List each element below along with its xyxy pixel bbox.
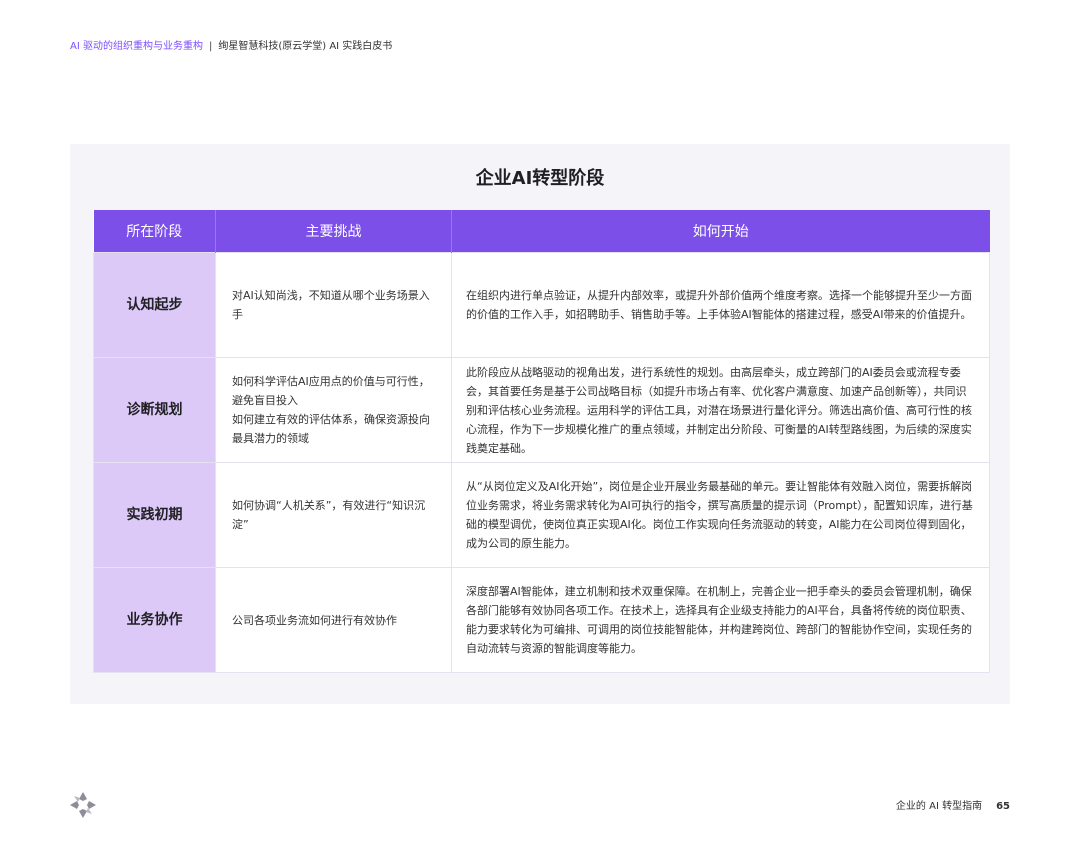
challenge-text: 如何建立有效的评估体系，确保资源投向最具潜力的领域 (232, 413, 430, 445)
table-title: 企业AI转型阶段 (475, 168, 605, 189)
challenge-text: 如何协调“人机关系”，有效进行“知识沉淀” (232, 499, 426, 531)
challenge-text: 对AI认知尚浅，不知道从哪个业务场景入手 (232, 289, 430, 321)
challenge-cell: 如何科学评估AI应用点的价值与可行性，避免盲目投入 如何建立有效的评估体系，确保… (215, 357, 452, 463)
ai-transformation-stages-table: 所在阶段 主要挑战 如何开始 认知起步 对AI认知尚浅，不知道从哪个业务场景入手… (93, 210, 990, 673)
how-to-start-cell: 深度部署AI智能体，建立机制和技术双重保障。在机制上，完善企业一把手牵头的委员会… (451, 567, 990, 673)
column-header-stage: 所在阶段 (93, 210, 216, 253)
challenge-cell: 如何协调“人机关系”，有效进行“知识沉淀” (215, 462, 452, 568)
header-section-name: AI 驱动的组织重构与业务重构 (70, 41, 203, 52)
stage-cell: 业务协作 (93, 567, 216, 673)
stage-cell: 诊断规划 (93, 357, 216, 463)
table-header-row: 所在阶段 主要挑战 如何开始 (93, 210, 990, 253)
table-row: 认知起步 对AI认知尚浅，不知道从哪个业务场景入手 在组织内进行单点验证，从提升… (93, 252, 990, 358)
stage-cell: 实践初期 (93, 462, 216, 568)
running-header: AI 驱动的组织重构与业务重构 | 绚星智慧科技(原云学堂) AI 实践白皮书 (70, 40, 392, 54)
how-to-start-cell: 此阶段应从战略驱动的视角出发，进行系统性的规划。由高层牵头，成立跨部门的AI委员… (451, 357, 990, 463)
stage-cell: 认知起步 (93, 252, 216, 358)
challenge-cell: 公司各项业务流如何进行有效协作 (215, 567, 452, 673)
brand-logo-icon (68, 790, 98, 820)
header-separator: | (208, 41, 213, 52)
how-to-start-cell: 在组织内进行单点验证，从提升内部效率，或提升外部价值两个维度考察。选择一个能够提… (451, 252, 990, 358)
challenge-text: 如何科学评估AI应用点的价值与可行性，避免盲目投入 (232, 375, 430, 407)
table-row: 业务协作 公司各项业务流如何进行有效协作 深度部署AI智能体，建立机制和技术双重… (93, 567, 990, 673)
header-document-title: 绚星智慧科技(原云学堂) AI 实践白皮书 (218, 41, 393, 52)
how-to-start-cell: 从“从岗位定义及AI化开始”，岗位是企业开展业务最基础的单元。要让智能体有效融入… (451, 462, 990, 568)
column-header-how-to-start: 如何开始 (451, 210, 990, 253)
footer-guide-title: 企业的 AI 转型指南 (895, 801, 983, 812)
table-row: 诊断规划 如何科学评估AI应用点的价值与可行性，避免盲目投入 如何建立有效的评估… (93, 357, 990, 463)
table-row: 实践初期 如何协调“人机关系”，有效进行“知识沉淀” 从“从岗位定义及AI化开始… (93, 462, 990, 568)
page-number: 65 (996, 801, 1010, 812)
page: AI 驱动的组织重构与业务重构 | 绚星智慧科技(原云学堂) AI 实践白皮书 企业… (0, 0, 1080, 856)
column-header-challenge: 主要挑战 (215, 210, 452, 253)
challenge-cell: 对AI认知尚浅，不知道从哪个业务场景入手 (215, 252, 452, 358)
page-footer: 企业的 AI 转型指南 65 (896, 797, 1010, 812)
challenge-text: 公司各项业务流如何进行有效协作 (232, 613, 397, 627)
